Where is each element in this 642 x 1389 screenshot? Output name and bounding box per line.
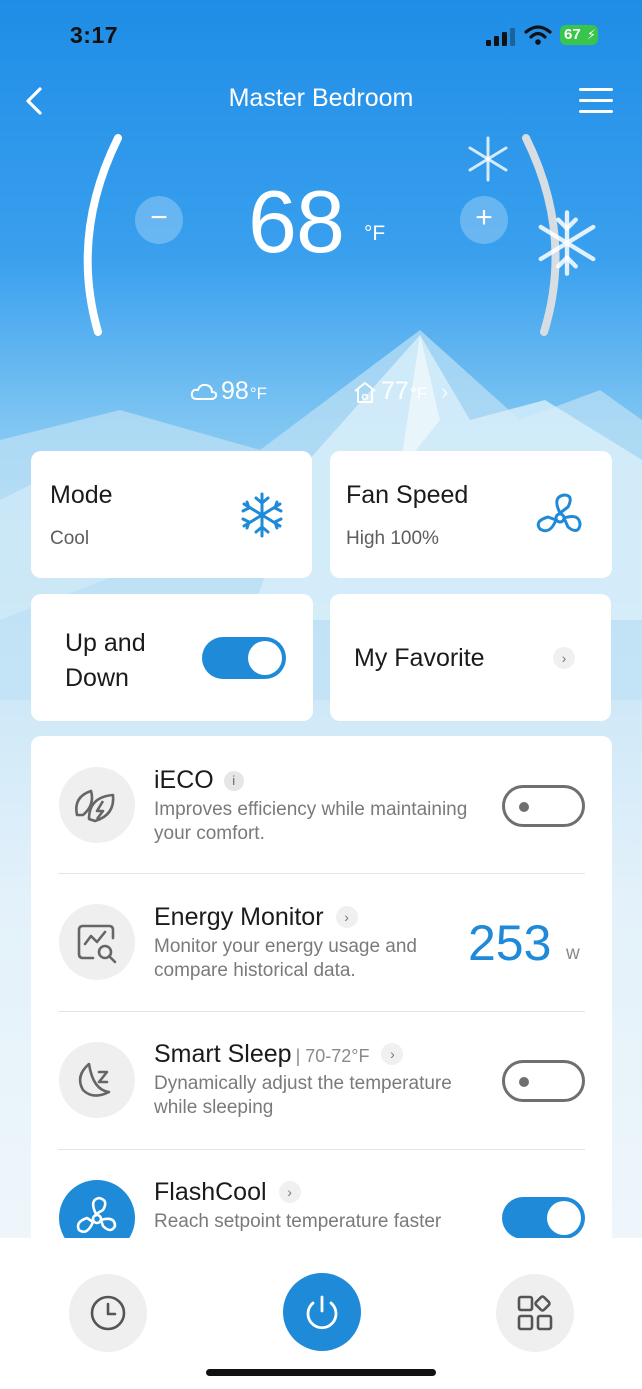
apps-grid-icon[interactable] xyxy=(496,1274,574,1352)
chevron-right-icon: › xyxy=(278,1181,301,1203)
leaf-icon xyxy=(59,767,135,843)
fan-speed-card[interactable]: Fan Speed High 100% xyxy=(330,451,612,578)
fan-speed-value: High 100% xyxy=(346,528,439,549)
charging-bolt-icon: ⚡ xyxy=(586,27,596,42)
cellular-signal-icon xyxy=(486,28,515,46)
my-favorite-title: My Favorite xyxy=(354,644,485,672)
snowflake-decoration-icon xyxy=(468,136,508,182)
decrease-temp-button[interactable]: − xyxy=(135,196,183,244)
moon-icon xyxy=(59,1042,135,1118)
iECO-title: iECO xyxy=(154,766,214,794)
mode-title: Mode xyxy=(50,481,113,509)
page-title: Master Bedroom xyxy=(228,84,414,112)
mode-value: Cool xyxy=(50,528,90,549)
divider xyxy=(58,1011,585,1012)
feature-title: Energy Monitor › xyxy=(154,903,358,932)
feature-title: Smart Sleep | 70-72°F › xyxy=(154,1040,404,1069)
energy-value: 253 xyxy=(468,915,552,971)
increase-temp-button[interactable]: + xyxy=(460,196,508,244)
my-favorite-card[interactable]: My Favorite › xyxy=(330,594,611,721)
feature-description: Improves efficiency while maintaining yo… xyxy=(154,799,468,844)
feature-list: iECO i Improves efficiency while maintain… xyxy=(31,736,612,1256)
iECO-toggle[interactable] xyxy=(502,785,585,827)
smart-sleep-title: Smart Sleep xyxy=(154,1040,292,1068)
status-time: 3:17 xyxy=(70,22,119,48)
smart-sleep-toggle[interactable] xyxy=(502,1060,585,1102)
setpoint-temperature: 68 xyxy=(248,172,345,271)
up-and-down-title: Up and Down xyxy=(65,626,146,696)
smart-sleep-range: | 70-72°F xyxy=(295,1046,370,1066)
cloud-icon xyxy=(190,383,218,400)
menu-icon[interactable] xyxy=(579,86,613,116)
info-icon[interactable]: i xyxy=(223,771,244,791)
home-indicator xyxy=(206,1369,436,1376)
chevron-right-icon: › xyxy=(553,647,575,669)
flashcool-title: FlashCool xyxy=(154,1178,267,1206)
energy-monitor-icon xyxy=(59,904,135,980)
fan-speed-title: Fan Speed xyxy=(346,481,469,509)
divider xyxy=(58,873,585,874)
indoor-temp-unit: °F xyxy=(409,383,427,403)
up-and-down-line1: Up and xyxy=(65,629,146,657)
feature-title: iECO i xyxy=(154,766,244,795)
up-and-down-line2: Down xyxy=(65,664,129,692)
power-icon[interactable] xyxy=(283,1273,361,1351)
battery-level: 67 xyxy=(564,26,581,43)
chevron-right-icon: › xyxy=(335,906,358,928)
feature-description: Dynamically adjust the temperature while… xyxy=(154,1073,452,1118)
flashcool-toggle[interactable] xyxy=(502,1197,585,1239)
outdoor-temperature: 98 °F xyxy=(190,377,267,406)
up-and-down-toggle[interactable] xyxy=(202,637,286,679)
chevron-right-icon: › xyxy=(381,1043,404,1065)
outdoor-temp-unit: °F xyxy=(249,383,267,403)
energy-unit: w xyxy=(566,943,580,964)
indoor-temperature[interactable]: 77 °F › xyxy=(352,377,448,406)
snowflake-decoration-icon xyxy=(538,210,596,276)
home-thermometer-icon xyxy=(354,381,376,403)
outdoor-temp-value: 98 xyxy=(221,377,249,405)
battery-indicator: 67 ⚡ xyxy=(560,25,598,45)
clock-icon[interactable] xyxy=(69,1274,147,1352)
divider xyxy=(58,1149,585,1150)
mode-card[interactable]: Mode Cool xyxy=(31,451,312,578)
wifi-icon xyxy=(524,25,552,45)
snowflake-icon xyxy=(241,492,283,538)
feature-description: Monitor your energy usage and compare hi… xyxy=(154,936,417,981)
chevron-right-icon: › xyxy=(441,378,449,404)
bottom-nav xyxy=(0,1238,642,1389)
setpoint-unit: °F xyxy=(364,222,386,245)
feature-description: Reach setpoint temperature faster xyxy=(154,1211,442,1232)
feature-title: FlashCool › xyxy=(154,1178,301,1207)
up-and-down-card: Up and Down xyxy=(31,594,313,721)
dial-arc-left xyxy=(83,134,122,336)
status-bar: 3:17 67 ⚡ xyxy=(0,22,642,52)
indoor-temp-value: 77 xyxy=(381,377,409,405)
fan-icon xyxy=(536,493,582,533)
energy-monitor-title: Energy Monitor xyxy=(154,903,324,931)
